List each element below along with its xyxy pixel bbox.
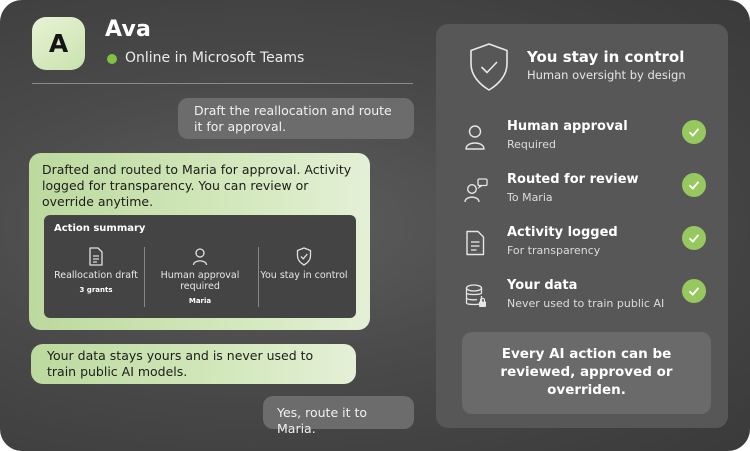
user-message-bubble: Yes, route it to Maria. [263, 396, 414, 436]
shield-check-icon [470, 43, 508, 91]
feature-subtitle: For transparency [507, 244, 601, 257]
summary-item-label: You stay in control [260, 270, 348, 281]
feature-subtitle: Required [507, 138, 556, 151]
document-icon [466, 230, 485, 256]
user-message-bubble: Draft the reallocation and route it for … [178, 98, 414, 139]
panel-subtitle: Human oversight by design [527, 68, 686, 82]
summary-divider [144, 247, 145, 307]
avatar: A [32, 17, 85, 70]
feature-routed-review: Routed for review To Maria [436, 172, 728, 216]
ai-message-bubble: Your data stays yours and is never used … [31, 344, 356, 384]
person-icon [192, 248, 208, 266]
document-icon [89, 247, 103, 266]
avatar-initial: A [48, 29, 69, 58]
summary-item-label: Human approval required [160, 270, 240, 292]
summary-item-reallocation: Reallocation draft 3 grants [44, 247, 148, 309]
feature-activity-logged: Activity logged For transparency [436, 225, 728, 269]
app-card: A Ava Online in Microsoft Teams Draft th… [0, 0, 750, 451]
control-panel: You stay in control Human oversight by d… [436, 24, 728, 428]
person-chat-icon [464, 178, 488, 203]
check-icon [682, 279, 706, 303]
feature-title: Routed for review [507, 172, 639, 187]
header-divider [32, 83, 413, 84]
summary-item-control: You stay in control [252, 247, 356, 309]
panel-title: You stay in control [527, 48, 685, 66]
feature-title: Your data [507, 278, 578, 293]
action-summary-card: Action summary Reallocation draft 3 gran… [44, 215, 356, 318]
online-status-dot [107, 54, 117, 64]
feature-title: Activity logged [507, 225, 618, 240]
shield-check-icon [296, 247, 312, 266]
feature-subtitle: Never used to train public AI [507, 297, 665, 310]
summary-item-label: Reallocation draft [54, 270, 138, 281]
check-icon [682, 120, 706, 144]
status-text: Online in Microsoft Teams [125, 50, 305, 66]
database-lock-icon [465, 284, 486, 307]
ai-message-text: Your data stays yours and is never used … [47, 348, 314, 379]
agent-name: Ava [105, 17, 152, 42]
person-icon [465, 125, 485, 150]
action-summary-title: Action summary [54, 223, 146, 234]
summary-item-sub: Maria [188, 297, 212, 305]
check-icon [682, 173, 706, 197]
feature-title: Human approval [507, 119, 628, 134]
summary-item-sub: 3 grants [79, 286, 113, 294]
summary-item-approval: Human approval required Maria [148, 247, 252, 309]
check-icon [682, 226, 706, 250]
feature-your-data: Your data Never used to train public AI [436, 278, 728, 322]
ai-message-text: Drafted and routed to Maria for approval… [42, 162, 352, 209]
callout-box: Every AI action can be reviewed, approve… [462, 332, 711, 414]
feature-human-approval: Human approval Required [436, 119, 728, 163]
feature-subtitle: To Maria [507, 191, 553, 204]
